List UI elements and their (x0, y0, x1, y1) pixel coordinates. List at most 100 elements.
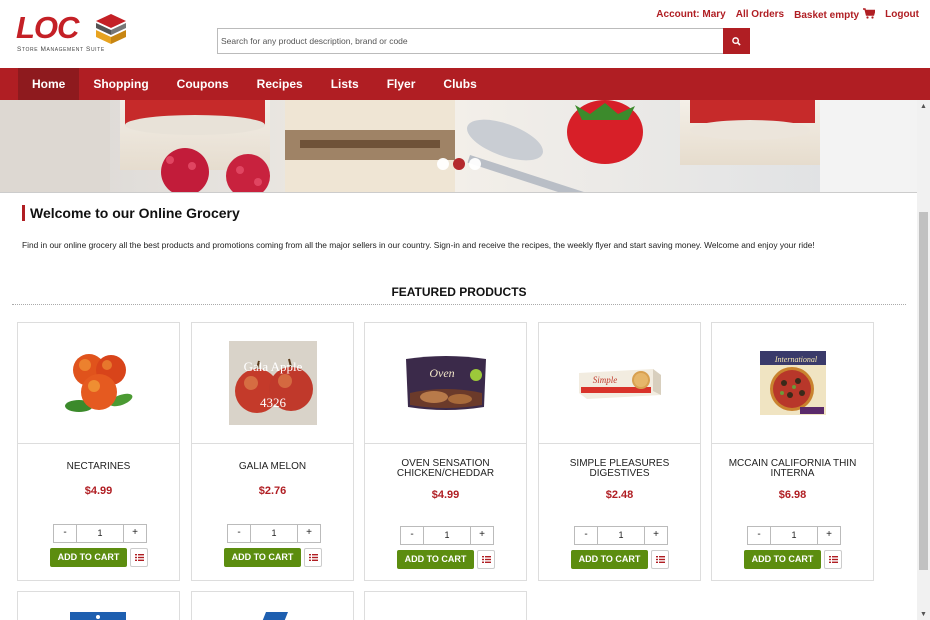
product-image[interactable] (68, 612, 128, 620)
nav-recipes[interactable]: Recipes (243, 68, 317, 100)
basket-link[interactable]: Basket empty (794, 8, 876, 21)
search-button[interactable] (723, 28, 750, 54)
search-input[interactable] (217, 28, 723, 54)
increase-qty-button[interactable]: + (645, 527, 667, 544)
list-icon (308, 554, 318, 561)
hero-banner-image (0, 100, 917, 193)
product-card: International MCCAIN CALIFORNIA THIN INT… (711, 322, 874, 581)
quantity-stepper: - 1 + (53, 524, 147, 543)
product-image[interactable]: Gala Apple 4326 (192, 323, 353, 444)
decrease-qty-button[interactable]: - (401, 527, 423, 544)
scroll-up-icon[interactable]: ▲ (920, 103, 927, 111)
carousel-dot-3[interactable] (469, 158, 481, 170)
list-icon (134, 554, 144, 561)
simple-pleasures-box-image: Simple (578, 369, 661, 399)
quantity-input[interactable]: 1 (770, 527, 818, 544)
add-to-list-button[interactable] (304, 548, 322, 567)
carousel-dot-2[interactable] (453, 158, 465, 170)
page: LOC Store Management Suite Account: Mary… (0, 0, 930, 620)
quantity-input[interactable]: 1 (597, 527, 645, 544)
nectarines-image (64, 354, 132, 412)
package-brand-text: Oven (429, 366, 454, 380)
product-name[interactable]: GALIA MELON (196, 462, 349, 472)
product-price: $2.48 (605, 489, 634, 501)
increase-qty-button[interactable]: + (471, 527, 493, 544)
product-card: NECTARINES $4.99 - 1 + ADD TO CART (17, 322, 180, 581)
product-image[interactable]: Simple (539, 323, 700, 444)
product-card (191, 591, 354, 620)
increase-qty-button[interactable]: + (818, 527, 840, 544)
nav-lists[interactable]: Lists (317, 68, 373, 100)
product-card: Gala Apple 4326 GALIA MELON $2.76 - 1 + … (191, 322, 354, 581)
decrease-qty-button[interactable]: - (575, 527, 597, 544)
box-brand-text: Simple (592, 375, 617, 385)
product-name[interactable]: SIMPLE PLEASURES DIGESTIVES (543, 459, 696, 479)
product-price: $2.76 (258, 485, 287, 497)
add-to-list-button[interactable] (130, 548, 148, 567)
product-name[interactable]: NECTARINES (22, 462, 175, 472)
main-nav: Home Shopping Coupons Recipes Lists Flye… (0, 68, 930, 100)
list-icon (481, 556, 491, 563)
image-caption-2: 4326 (260, 395, 287, 410)
image-caption-1: Gala Apple (243, 359, 302, 374)
decrease-qty-button[interactable]: - (228, 525, 250, 542)
product-card (364, 591, 527, 620)
product-image[interactable] (262, 612, 292, 620)
cart-icon (863, 8, 876, 19)
increase-qty-button[interactable]: + (124, 525, 146, 542)
product-name[interactable]: OVEN SENSATION CHICKEN/CHEDDAR (369, 459, 522, 479)
search-icon (732, 36, 741, 46)
product-price: $4.99 (431, 489, 460, 501)
logo-text: LOC (16, 10, 79, 45)
scroll-thumb[interactable] (919, 212, 928, 570)
logo-cube-icon (96, 14, 126, 44)
add-to-cart-button[interactable]: ADD TO CART (571, 550, 648, 569)
increase-qty-button[interactable]: + (298, 525, 320, 542)
nav-coupons[interactable]: Coupons (163, 68, 243, 100)
product-name[interactable]: MCCAIN CALIFORNIA THIN INTERNA (716, 459, 869, 479)
nav-shopping[interactable]: Shopping (79, 68, 162, 100)
product-price: $4.99 (84, 485, 113, 497)
all-orders-link[interactable]: All Orders (736, 9, 784, 20)
list-icon (655, 556, 665, 563)
add-to-list-button[interactable] (824, 550, 842, 569)
search-bar (217, 28, 750, 54)
add-to-cart-button[interactable]: ADD TO CART (397, 550, 474, 569)
product-image[interactable] (18, 323, 179, 444)
product-image[interactable]: Oven (365, 323, 526, 444)
store-logo[interactable]: LOC Store Management Suite (16, 12, 132, 56)
decrease-qty-button[interactable]: - (54, 525, 76, 542)
welcome-heading: Welcome to our Online Grocery (22, 205, 240, 221)
featured-products-heading: FEATURED PRODUCTS (12, 285, 906, 305)
add-to-list-button[interactable] (477, 550, 495, 569)
list-icon (828, 556, 838, 563)
account-link[interactable]: Account: Mary (656, 9, 725, 20)
add-to-list-button[interactable] (651, 550, 669, 569)
scrollbar[interactable]: ▲ ▼ (917, 100, 930, 620)
logout-link[interactable]: Logout (885, 9, 919, 20)
product-image[interactable]: International (712, 323, 873, 444)
nav-home[interactable]: Home (18, 68, 80, 100)
carousel-dots (437, 158, 481, 170)
nav-flyer[interactable]: Flyer (373, 68, 430, 100)
add-to-cart-button[interactable]: ADD TO CART (744, 550, 821, 569)
product-card (17, 591, 180, 620)
gala-apple-image: Gala Apple 4326 (228, 341, 317, 425)
quantity-stepper: - 1 + (747, 526, 841, 545)
logo-tagline: Store Management Suite (17, 46, 105, 53)
decrease-qty-button[interactable]: - (748, 527, 770, 544)
quantity-input[interactable]: 1 (423, 527, 471, 544)
quantity-stepper: - 1 + (227, 524, 321, 543)
nav-clubs[interactable]: Clubs (429, 68, 490, 100)
basket-label: Basket empty (794, 10, 860, 21)
quantity-input[interactable]: 1 (76, 525, 124, 542)
add-to-cart-button[interactable]: ADD TO CART (224, 548, 301, 567)
scroll-down-icon[interactable]: ▼ (920, 611, 927, 619)
product-card: Simple SIMPLE PLEASURES DIGESTIVES $2.48… (538, 322, 701, 581)
carousel-dot-1[interactable] (437, 158, 449, 170)
oven-sensation-package-image: Oven (405, 356, 486, 410)
add-to-cart-button[interactable]: ADD TO CART (50, 548, 127, 567)
quantity-stepper: - 1 + (400, 526, 494, 545)
welcome-text: Find in our online grocery all the best … (22, 240, 815, 250)
quantity-input[interactable]: 1 (250, 525, 298, 542)
